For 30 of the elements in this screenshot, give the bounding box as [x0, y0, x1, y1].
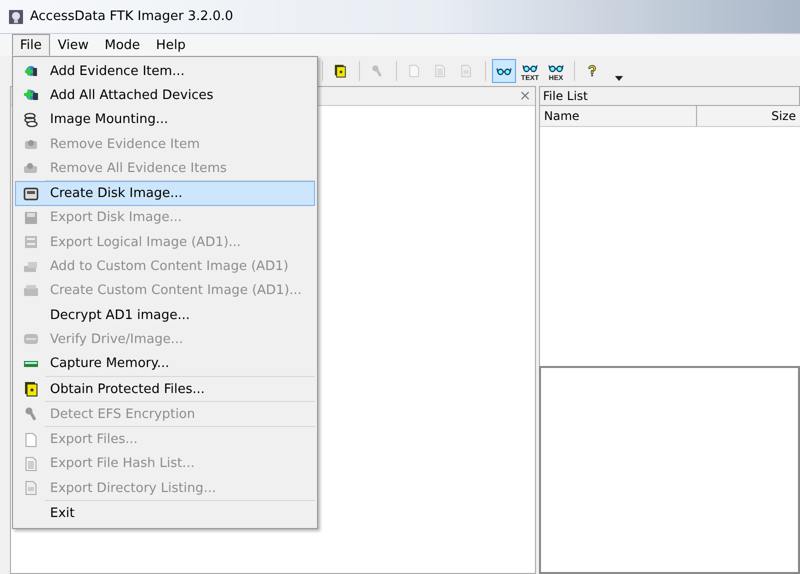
menu-item-icon [23, 381, 39, 397]
column-header[interactable]: Size [697, 106, 800, 126]
menu-item[interactable]: Exit [15, 501, 315, 526]
menu-item[interactable]: Help [148, 34, 194, 56]
menu-item[interactable]: Obtain Protected Files... [15, 376, 315, 402]
menu-item[interactable]: Decrypt AD1 image... [15, 302, 315, 328]
menu-item-icon [23, 456, 39, 472]
close-button[interactable]: × [519, 88, 531, 104]
menu-item-icon [23, 112, 39, 128]
app-icon [8, 8, 24, 24]
menu-item[interactable]: Mode [96, 34, 148, 56]
dropdown-caret-icon[interactable] [615, 76, 623, 80]
window-title: AccessData FTK Imager 3.2.0.0 [30, 9, 234, 24]
panel-title: File List [543, 89, 588, 103]
menu-item-icon [23, 186, 39, 202]
menu-item[interactable]: Capture Memory... [15, 352, 315, 376]
menu-item-icon [23, 210, 39, 226]
menu-item[interactable]: File [12, 34, 50, 56]
menu-item-icon [23, 234, 39, 250]
menu-item[interactable]: Image Mounting... [15, 108, 315, 132]
menu-item-icon [23, 282, 39, 299]
menu-item[interactable]: Add Evidence Item... [15, 59, 315, 84]
menu-item-icon [23, 480, 39, 496]
toolbar-button[interactable] [492, 59, 516, 83]
menu-item-icon [23, 432, 39, 448]
menu-item[interactable]: Add All Attached Devices [15, 83, 315, 108]
menu-item-icon [23, 406, 39, 422]
menu-item[interactable]: Create Disk Image... [15, 181, 315, 206]
column-header[interactable]: Name [540, 106, 697, 126]
menu-item[interactable]: View [50, 34, 97, 56]
